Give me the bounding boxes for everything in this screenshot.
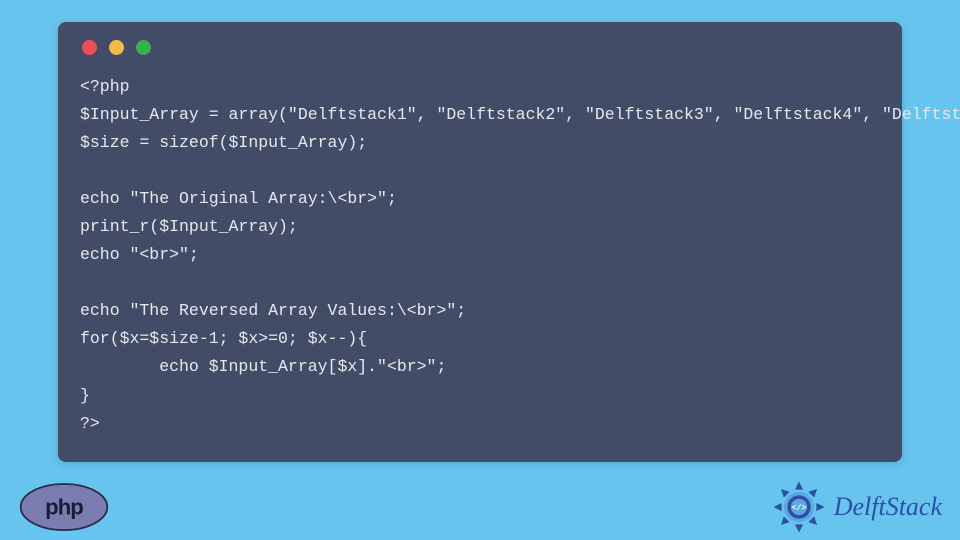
close-icon: [82, 40, 97, 55]
php-logo-icon: php: [18, 482, 110, 532]
footer-bar: php </> DelftStack: [0, 480, 960, 540]
brand-text: DelftStack: [834, 492, 942, 522]
window-traffic-lights: [80, 40, 880, 55]
maximize-icon: [136, 40, 151, 55]
code-window: <?php $Input_Array = array("Delftstack1"…: [58, 22, 902, 462]
code-block: <?php $Input_Array = array("Delftstack1"…: [80, 73, 880, 438]
brand-block: </> DelftStack: [770, 478, 942, 536]
delftstack-logo-icon: </>: [770, 478, 828, 536]
php-logo-text: php: [45, 494, 83, 519]
svg-text:</>: </>: [791, 504, 806, 513]
minimize-icon: [109, 40, 124, 55]
